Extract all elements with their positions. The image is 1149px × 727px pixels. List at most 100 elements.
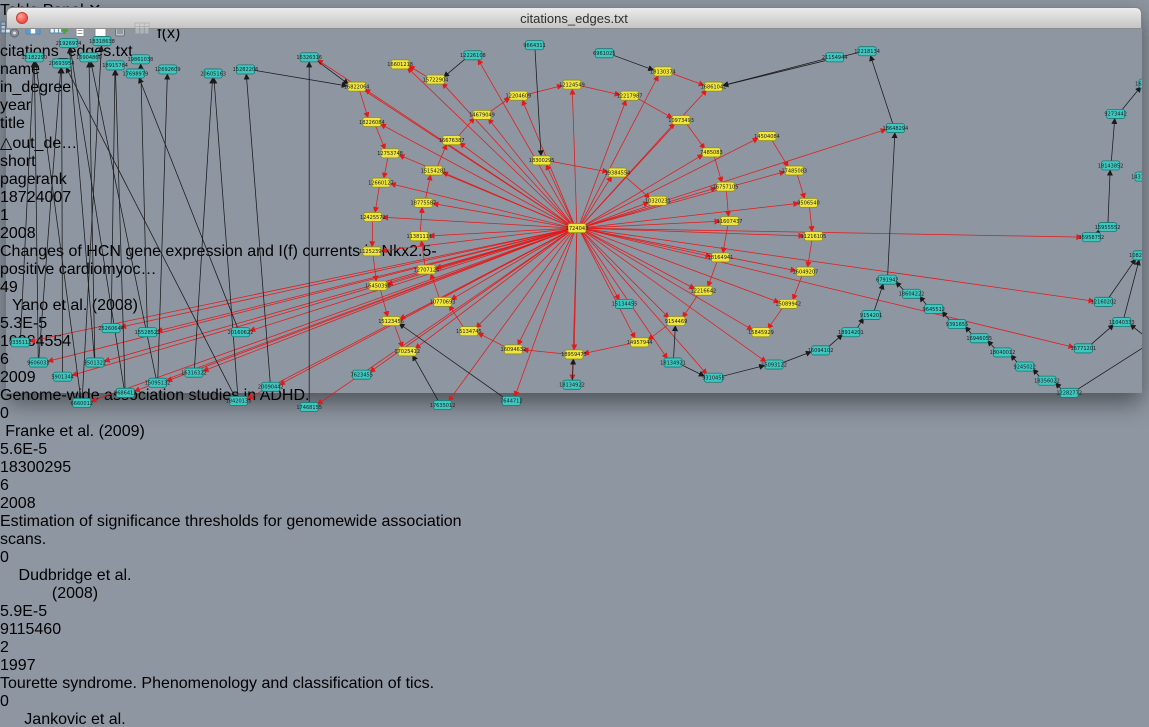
graph-node[interactable]: 9506540 — [797, 198, 819, 207]
cell[interactable]: 0 — [0, 693, 88, 711]
cell[interactable]: Tourette syndrome. Phenomenology and cla… — [0, 675, 485, 693]
graph-node[interactable]: 11252394 — [359, 247, 385, 256]
graph-node[interactable]: 18604222 — [899, 289, 925, 298]
graph-node[interactable]: 9501322 — [84, 358, 106, 367]
graph-node[interactable]: 18420133 — [226, 396, 252, 405]
graph-node[interactable]: 15958752 — [1079, 233, 1105, 242]
network-canvas[interactable]: 1724043121245491221798710973493748508316… — [6, 29, 1142, 413]
graph-node[interactable]: 12425572 — [360, 212, 386, 221]
graph-node[interactable]: 17635012 — [430, 400, 456, 409]
cell[interactable]: Dudbridge et al. (2008) — [0, 567, 150, 603]
graph-node[interactable]: 20693954 — [49, 59, 75, 68]
graph-node[interactable]: 17468155 — [296, 402, 322, 411]
graph-node[interactable]: 14314412 — [1131, 172, 1142, 181]
graph-node[interactable]: 18959473 — [561, 350, 587, 359]
graph-node[interactable]: 15528522 — [135, 328, 161, 337]
graph-node[interactable]: 21154944 — [822, 53, 848, 62]
graph-node[interactable]: 19384554 — [605, 168, 631, 177]
graph-node[interactable]: 1724043 — [566, 224, 588, 233]
graph-node[interactable]: 14957944 — [627, 338, 653, 347]
graph-node[interactable]: 17698979 — [123, 69, 149, 78]
graph-node[interactable]: 15134745 — [456, 327, 482, 336]
zoom-window-button[interactable] — [54, 12, 66, 24]
graph-node[interactable]: 16904860 — [76, 53, 102, 62]
graph-node[interactable]: 9245022 — [1013, 362, 1035, 371]
graph-node[interactable]: 21926974 — [56, 39, 82, 48]
graph-node[interactable]: 18143852 — [1098, 161, 1124, 170]
cell[interactable]: 18300295 — [0, 459, 90, 477]
cell[interactable]: 9115460 — [0, 621, 90, 639]
graph-node[interactable]: 10320231 — [645, 196, 671, 205]
graph-node[interactable]: 16948214 — [1135, 79, 1142, 88]
graph-node[interactable]: 16316322 — [181, 368, 207, 377]
graph-node[interactable]: 6961025 — [593, 49, 615, 58]
graph-node[interactable]: 9664311 — [523, 41, 545, 50]
graph-node[interactable]: 18300295 — [529, 156, 555, 165]
graph-node[interactable]: 15955552 — [1095, 223, 1121, 232]
graph-node[interactable]: 15123456 — [378, 317, 404, 326]
graph-node[interactable]: 15282206 — [233, 65, 259, 74]
graph-node[interactable]: 16676387 — [439, 136, 465, 145]
graph-node[interactable]: 18134922 — [559, 380, 585, 389]
graph-node[interactable]: 16450398 — [365, 281, 391, 290]
graph-node[interactable]: 20090442 — [258, 382, 284, 391]
graph-node[interactable]: 16757105 — [713, 182, 739, 191]
graph-node[interactable]: 15095132 — [145, 378, 171, 387]
graph-node[interactable]: 12216642 — [690, 286, 716, 295]
graph-node[interactable]: 14679049 — [469, 110, 495, 119]
table-row[interactable]: 1830029562008Estimation of significance … — [0, 459, 1149, 621]
graph-node[interactable]: 18775587 — [411, 198, 437, 207]
graph-node[interactable]: 11216105 — [801, 232, 827, 241]
graph-node[interactable]: 16822064 — [344, 82, 370, 91]
cell[interactable]: 6 — [0, 477, 95, 495]
graph-node[interactable]: 16946055 — [966, 334, 992, 343]
graph-node[interactable]: 12692609 — [155, 65, 181, 74]
minimize-window-button[interactable] — [35, 12, 47, 24]
graph-node[interactable]: 12226108 — [460, 51, 486, 60]
graph-node[interactable]: 9391655 — [946, 320, 968, 329]
graph-node[interactable]: 17025412 — [394, 347, 420, 356]
graph-node[interactable]: 19861038 — [128, 55, 154, 64]
graph-node[interactable]: 25260644 — [98, 324, 124, 333]
graph-node[interactable]: 12707124 — [414, 265, 440, 274]
graph-node[interactable]: 20160622 — [228, 328, 254, 337]
graph-node[interactable]: 16094102 — [808, 346, 834, 355]
graph-node[interactable]: 12217987 — [617, 91, 643, 100]
graph-node[interactable]: 14504084 — [754, 132, 780, 141]
graph-node[interactable]: 18318638 — [89, 37, 115, 46]
graph-node[interactable]: 18914201 — [838, 328, 864, 337]
graph-node[interactable]: 11607437 — [717, 216, 743, 225]
graph-node[interactable]: 15093122 — [761, 360, 787, 369]
graph-node[interactable]: 7485083 — [700, 148, 722, 157]
graph-node[interactable]: 20605163 — [200, 69, 226, 78]
graph-node[interactable]: 16094632 — [500, 345, 526, 354]
close-window-button[interactable] — [16, 12, 28, 24]
graph-node[interactable]: 12160202 — [1091, 297, 1117, 306]
graph-node[interactable]: 7644712 — [500, 396, 522, 405]
graph-node[interactable]: 18356022 — [1034, 376, 1060, 385]
graph-node[interactable]: 16861042 — [701, 82, 727, 91]
graph-node[interactable]: 15154281 — [421, 166, 447, 175]
graph-node[interactable]: 18164941 — [708, 253, 734, 262]
graph-node[interactable]: 9335112 — [9, 338, 31, 347]
graph-node[interactable]: 9154201 — [860, 310, 882, 319]
cell[interactable]: 5.6E-5 — [0, 441, 117, 459]
graph-node[interactable]: 12218134 — [854, 47, 880, 56]
graph-node[interactable]: 18915784 — [102, 61, 128, 70]
graph-node[interactable]: 12282772 — [1056, 388, 1082, 397]
graph-node[interactable]: 17485083 — [781, 166, 807, 175]
graph-node[interactable]: 16049207 — [793, 267, 819, 276]
graph-node[interactable]: 9686412 — [114, 388, 136, 397]
cell[interactable]: 2008 — [0, 495, 80, 513]
graph-node[interactable]: 10770693 — [430, 297, 456, 306]
graph-node[interactable]: 18226084 — [359, 117, 385, 126]
window-titlebar[interactable]: citations_edges.txt — [6, 7, 1142, 29]
graph-node[interactable]: 10973493 — [668, 115, 694, 124]
cell[interactable]: 1997 — [0, 657, 80, 675]
cell[interactable]: 5.9E-5 — [0, 603, 117, 621]
graph-node[interactable]: 18134921 — [660, 358, 686, 367]
graph-node[interactable]: 18130374 — [650, 67, 676, 76]
graph-node[interactable]: 15845929 — [748, 328, 774, 337]
graph-node[interactable]: 18040012 — [990, 348, 1016, 357]
network-view[interactable]: 1724043121245491221798710973493748508316… — [6, 29, 1142, 418]
